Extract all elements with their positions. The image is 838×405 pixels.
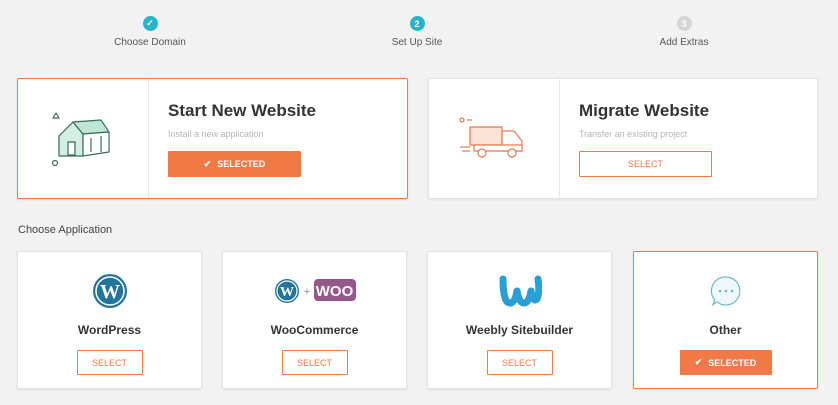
chat-bubble-icon <box>710 276 740 307</box>
app-card-woocommerce[interactable]: W + WOO WooCommerce SELECT <box>222 251 407 389</box>
woo-logo-text: WOO <box>315 282 354 300</box>
other-selected-button[interactable]: ✔ SELECTED <box>679 350 772 375</box>
app-card-wordpress[interactable]: W WordPress SELECT <box>17 251 202 389</box>
moving-truck-icon <box>459 116 523 158</box>
button-label: SELECTED <box>708 357 757 368</box>
step-label: Add Extras <box>659 37 709 48</box>
app-name: Weebly Sitebuilder <box>465 323 574 337</box>
step-number: 2 <box>409 16 425 31</box>
app-logo <box>428 271 611 311</box>
step-label: Set Up Site <box>391 37 443 48</box>
app-card-weebly[interactable]: Weebly Sitebuilder SELECT <box>427 251 612 389</box>
section-label: Choose Application <box>18 224 113 236</box>
house-illustration <box>18 79 149 198</box>
step-choose-domain[interactable]: ✓ Choose Domain <box>80 16 220 48</box>
svg-text:+: + <box>303 286 309 298</box>
card-subtitle: Transfer an existing project <box>579 129 688 139</box>
migrate-website-select-button[interactable]: SELECT <box>579 151 712 177</box>
step-set-up-site[interactable]: 2 Set Up Site <box>347 16 487 48</box>
button-label: SELECTED <box>217 159 266 169</box>
truck-illustration <box>429 79 560 198</box>
start-new-website-selected-button[interactable]: ✔ SELECTED <box>168 151 301 177</box>
app-name: Other <box>709 323 742 337</box>
app-logo <box>634 271 817 311</box>
checkmark-icon: ✔ <box>694 357 703 367</box>
app-logo: W <box>18 271 201 311</box>
start-new-website-card[interactable]: Start New Website Install a new applicat… <box>17 78 408 199</box>
step-label: Choose Domain <box>114 37 186 48</box>
step-add-extras[interactable]: 3 Add Extras <box>614 16 754 48</box>
migrate-website-card[interactable]: Migrate Website Transfer an existing pro… <box>428 78 818 199</box>
checkmark-icon: ✔ <box>203 158 212 169</box>
wordpress-icon: W <box>92 274 127 308</box>
card-title: Migrate Website <box>579 101 710 120</box>
select-woocommerce-button[interactable]: SELECT <box>281 350 348 375</box>
svg-text:W: W <box>280 285 294 300</box>
progress-stepper: ✓ Choose Domain 2 Set Up Site 3 Add Extr… <box>0 0 838 60</box>
card-subtitle: Install a new application <box>168 129 264 139</box>
house-icon <box>51 111 110 166</box>
step-check-icon: ✓ <box>142 16 158 31</box>
app-card-other[interactable]: Other ✔ SELECTED <box>633 251 818 389</box>
step-number: 3 <box>676 16 692 31</box>
weebly-icon <box>499 275 542 307</box>
card-title: Start New Website <box>168 101 317 120</box>
select-wordpress-button[interactable]: SELECT <box>76 350 143 375</box>
select-weebly-button[interactable]: SELECT <box>486 350 553 375</box>
app-logo: W + WOO <box>223 271 406 311</box>
svg-text:W: W <box>100 281 120 303</box>
app-name: WordPress <box>77 323 142 337</box>
app-name: WooCommerce <box>270 323 359 337</box>
